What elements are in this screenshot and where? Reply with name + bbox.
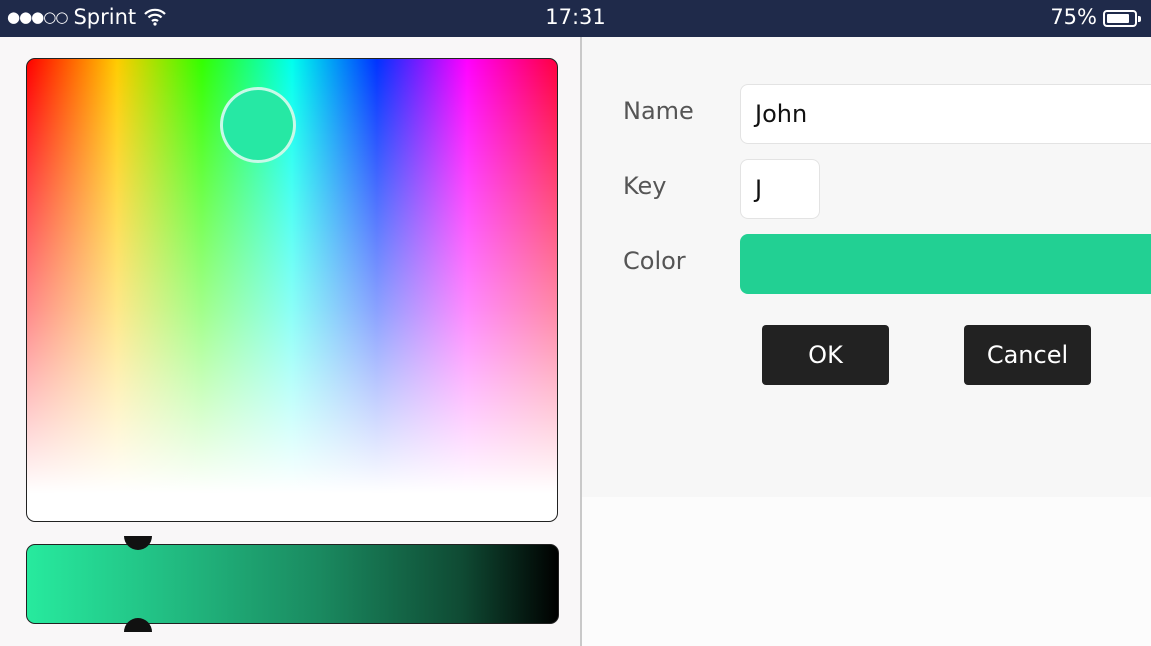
name-input[interactable]: John xyxy=(740,84,1151,144)
color-swatch[interactable] xyxy=(740,234,1151,294)
status-right: 75% xyxy=(1050,5,1141,29)
battery-percentage: 75% xyxy=(1050,5,1097,29)
color-selector-handle[interactable] xyxy=(220,87,296,163)
color-label: Color xyxy=(623,247,686,275)
wifi-icon xyxy=(144,8,166,26)
key-input[interactable]: J xyxy=(740,159,820,219)
battery-icon xyxy=(1103,10,1141,27)
signal-strength-indicator: ●●●○○ xyxy=(7,8,68,26)
ok-button[interactable]: OK xyxy=(762,325,889,385)
name-label: Name xyxy=(623,97,694,125)
carrier-name: Sprint xyxy=(73,5,137,29)
status-left: ●●●○○ Sprint xyxy=(7,5,166,29)
key-label: Key xyxy=(623,172,667,200)
brightness-slider[interactable] xyxy=(26,544,559,624)
status-bar: ●●●○○ Sprint 17:31 75% xyxy=(0,0,1151,37)
status-time: 17:31 xyxy=(545,5,606,29)
cancel-button[interactable]: Cancel xyxy=(964,325,1091,385)
